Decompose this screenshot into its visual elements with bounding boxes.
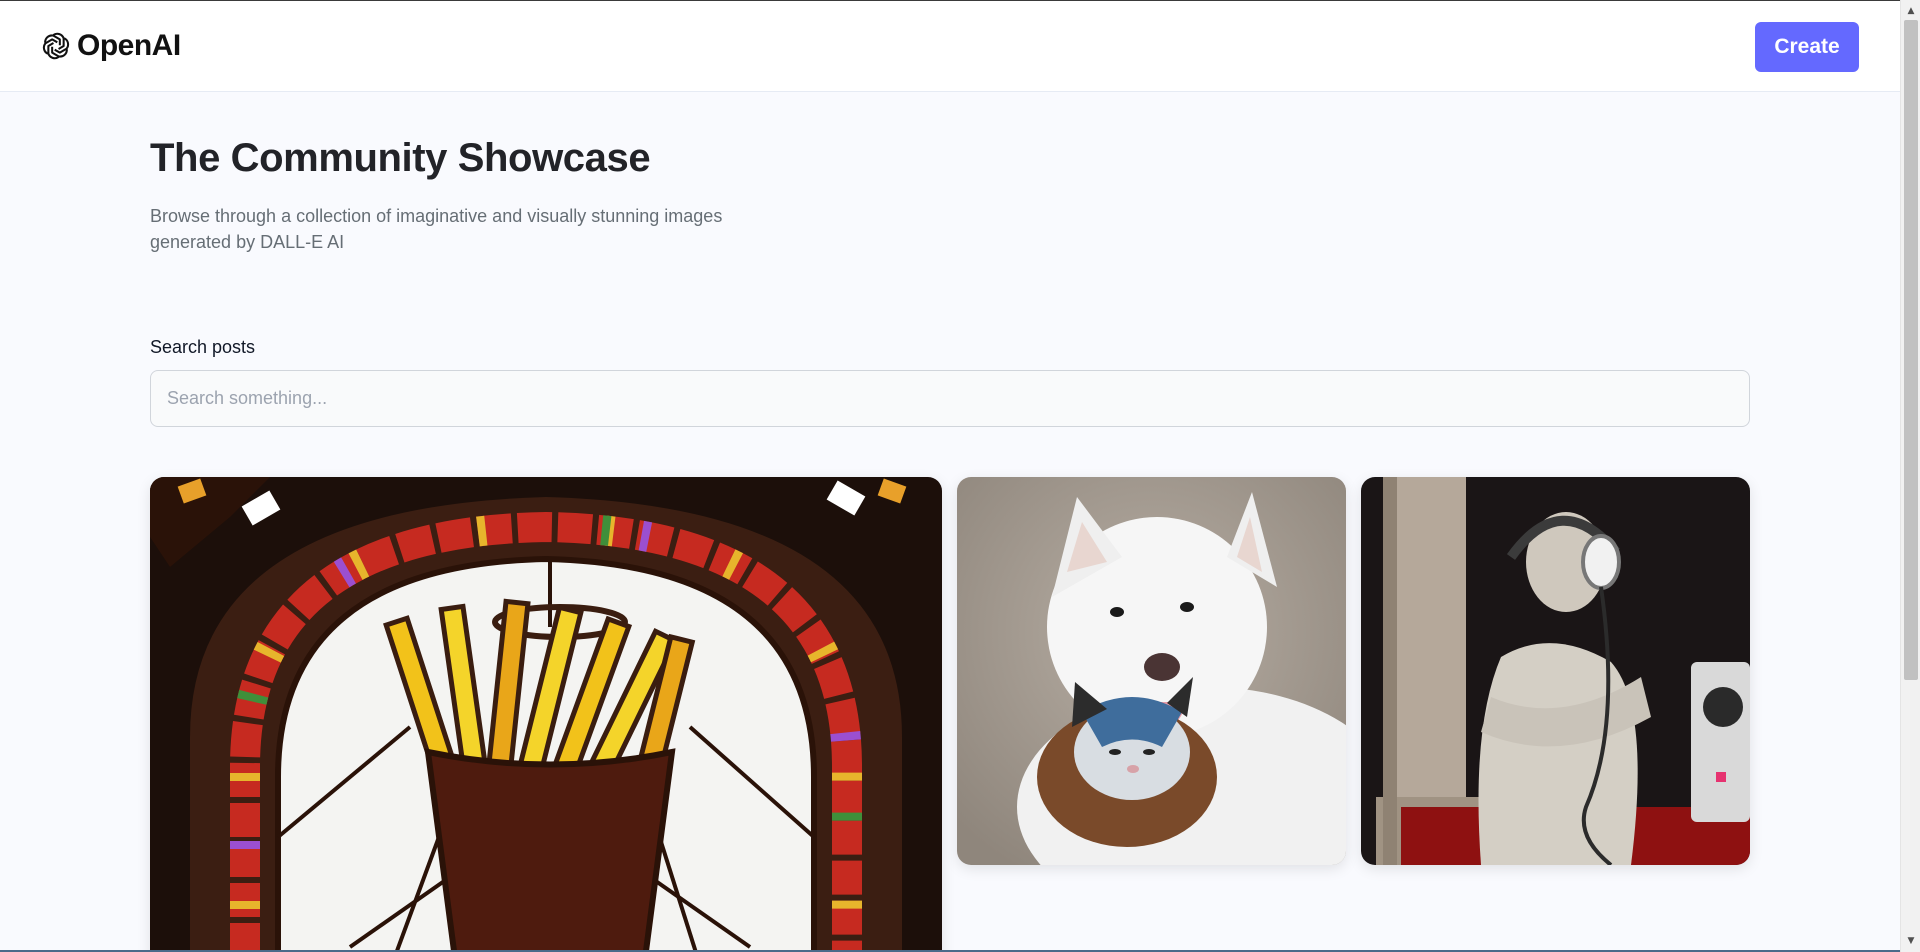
create-button[interactable]: Create <box>1755 22 1859 72</box>
stained-glass-fries-image <box>150 477 942 952</box>
openai-logo-link[interactable]: OpenAI <box>39 29 181 63</box>
logo-text: OpenAI <box>77 29 181 62</box>
top-nav: OpenAI Create <box>0 0 1900 92</box>
statue-headphones-image <box>1361 477 1750 865</box>
search-label: Search posts <box>150 337 256 357</box>
page-scrollbar[interactable]: ▲ ▼ <box>1900 0 1920 952</box>
scroll-down-arrow-icon[interactable]: ▼ <box>1901 932 1920 950</box>
search-input[interactable] <box>150 370 1750 427</box>
openai-logo-icon <box>42 32 70 60</box>
gallery-card-dog-and-cat[interactable] <box>957 477 1346 865</box>
gallery-card-statue-headphones[interactable] <box>1361 477 1750 865</box>
scroll-up-arrow-icon[interactable]: ▲ <box>1901 2 1920 20</box>
scroll-thumb[interactable] <box>1904 20 1918 680</box>
dog-and-cat-image <box>957 477 1346 865</box>
page-subtitle: Browse through a collection of imaginati… <box>150 206 723 252</box>
gallery-card-stained-glass-fries[interactable] <box>150 477 942 952</box>
page-title: The Community Showcase <box>150 136 651 180</box>
